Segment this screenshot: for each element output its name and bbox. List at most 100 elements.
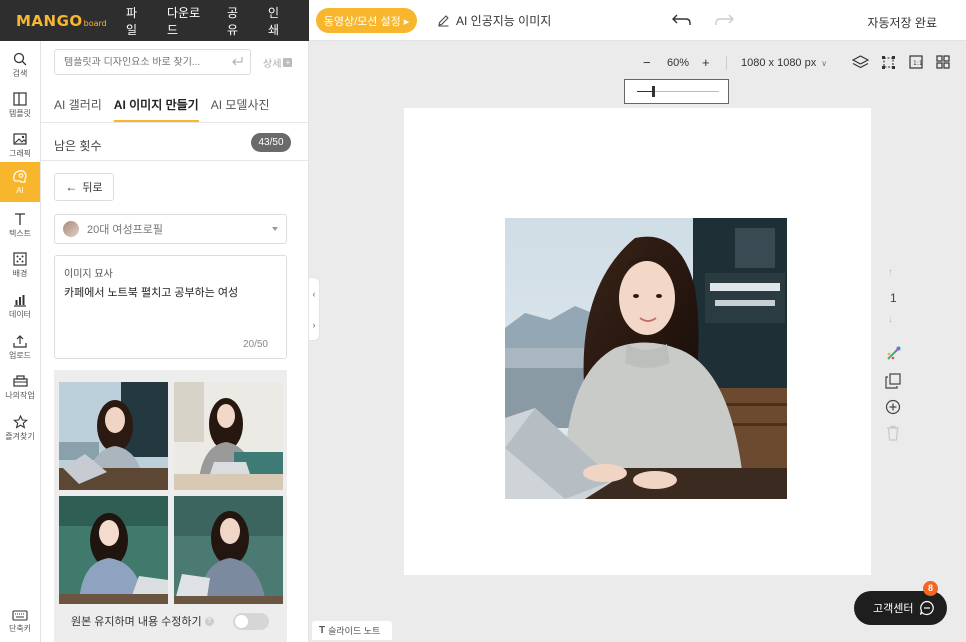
canvas-page[interactable] xyxy=(404,108,871,575)
rail-label-data: 데이터 xyxy=(8,309,32,319)
panel-collapse-handle[interactable]: ‹ › xyxy=(309,277,320,341)
enter-icon[interactable] xyxy=(231,56,244,67)
add-page-icon[interactable] xyxy=(885,399,901,415)
zoom-out-button[interactable]: − xyxy=(643,55,651,70)
generated-image-3[interactable] xyxy=(59,496,168,604)
page-up-arrow-icon[interactable]: ↑ xyxy=(888,267,893,278)
star-icon xyxy=(12,414,28,429)
my-work-icon xyxy=(12,374,28,387)
zoom-slider[interactable] xyxy=(624,79,729,104)
background-icon xyxy=(13,251,27,266)
rail-item-favorites[interactable]: 즐겨찾기 xyxy=(0,408,40,448)
remaining-count-label: 남은 횟수 xyxy=(54,139,102,153)
detail-search-button[interactable]: 상세 + xyxy=(263,55,293,70)
ai-generated-photo[interactable] xyxy=(505,218,787,499)
generated-image-4-picture xyxy=(174,496,283,604)
duplicate-icon[interactable] xyxy=(885,373,901,389)
toolbar-divider xyxy=(726,56,727,70)
data-icon xyxy=(14,294,26,307)
help-icon[interactable]: ? xyxy=(204,616,214,626)
keyboard-icon xyxy=(12,610,28,621)
search-box xyxy=(54,49,251,75)
customer-center-button[interactable]: 고객센터 xyxy=(854,591,947,625)
pencil-icon xyxy=(438,15,449,27)
rail-item-ai[interactable]: AI xyxy=(0,162,40,202)
graphic-icon xyxy=(12,132,27,145)
chevron-down-icon xyxy=(272,227,278,231)
rail-item-graphic[interactable]: 그래픽 xyxy=(0,125,40,165)
rail-item-background[interactable]: 배경 xyxy=(0,245,40,285)
keep-original-label: 원본 유지하며 내용 수정하기 xyxy=(71,616,202,628)
text-icon xyxy=(15,212,25,225)
select-area-icon[interactable] xyxy=(881,55,896,70)
generated-image-3-picture xyxy=(59,496,168,604)
rail-item-my-work[interactable]: 나의작업 xyxy=(0,367,40,407)
chevron-right-icon[interactable]: › xyxy=(313,320,316,330)
image-description-text[interactable]: 카페에서 노트북 펼치고 공부하는 여성 xyxy=(64,284,238,300)
layers-icon[interactable] xyxy=(852,55,869,70)
image-description-field[interactable]: 이미지 묘사 카페에서 노트북 펼치고 공부하는 여성 20/50 xyxy=(54,255,287,359)
ratio-icon[interactable]: 1:1 xyxy=(909,55,923,69)
search-input[interactable] xyxy=(64,56,224,68)
tab-ai-model-photo[interactable]: AI 모델사진 xyxy=(211,96,270,122)
rail-label-text: 텍스트 xyxy=(8,228,32,238)
rail-item-text[interactable]: 텍스트 xyxy=(0,205,40,245)
ai-icon xyxy=(13,170,27,183)
rail-label-template: 템플릿 xyxy=(8,108,32,118)
back-button[interactable]: ← 뒤로 xyxy=(54,173,114,201)
redo-icon[interactable] xyxy=(713,12,735,28)
zoom-level[interactable]: 60% xyxy=(667,57,689,69)
slide-note-tab[interactable]: T 슬라이드 노트 xyxy=(312,621,392,640)
rail-item-data[interactable]: 데이터 xyxy=(0,286,40,326)
left-icon-rail: 검색 템플릿 그래픽 AI 텍스트 배경 데이터 업로드 나의작업 즐겨찾기 단… xyxy=(0,41,41,642)
rail-item-shortcut[interactable]: 단축키 xyxy=(0,602,40,642)
image-description-char-count: 20/50 xyxy=(242,339,268,350)
top-bar: MANGO board 파일 다운로드 공유 인쇄 동영상/모션 설정 ▸ AI… xyxy=(0,0,966,41)
chevron-left-icon[interactable]: ‹ xyxy=(313,289,316,299)
rail-label-search: 검색 xyxy=(12,68,28,78)
generated-image-2[interactable] xyxy=(174,382,283,490)
remain-divider xyxy=(41,160,308,161)
text-icon: T xyxy=(319,625,326,636)
rail-item-template[interactable]: 템플릿 xyxy=(0,85,40,125)
zoom-slider-knob[interactable] xyxy=(652,86,656,97)
zoom-in-button[interactable]: + xyxy=(702,55,710,70)
undo-icon[interactable] xyxy=(671,12,693,28)
ai-generated-photo-picture xyxy=(505,218,787,499)
generated-image-2-picture xyxy=(174,382,283,490)
generated-image-1-picture xyxy=(59,382,168,490)
menu-print[interactable]: 인쇄 xyxy=(268,4,287,38)
rail-item-upload[interactable]: 업로드 xyxy=(0,327,40,367)
autosave-status: 자동저장 완료 xyxy=(867,16,937,30)
canvas-size-value: 1080 x 1080 px xyxy=(741,57,817,69)
rail-label-background: 배경 xyxy=(12,268,28,278)
logo-main-text: MANGO xyxy=(16,11,83,30)
tab-ai-image-create[interactable]: AI 이미지 만들기 xyxy=(113,96,199,122)
rail-label-ai: AI xyxy=(16,186,24,195)
generated-image-4[interactable] xyxy=(174,496,283,604)
ai-image-title[interactable]: AI 인공지능 이미지 xyxy=(437,12,551,29)
motion-settings-button[interactable]: 동영상/모션 설정 ▸ xyxy=(316,8,417,33)
search-icon xyxy=(13,52,27,65)
logo[interactable]: MANGO board xyxy=(16,11,107,30)
grid-view-icon[interactable] xyxy=(936,55,950,69)
plus-icon: + xyxy=(283,58,293,67)
main-menu: 파일 다운로드 공유 인쇄 xyxy=(126,4,309,38)
tab-ai-gallery[interactable]: AI 갤러리 xyxy=(54,96,102,122)
menu-file[interactable]: 파일 xyxy=(126,4,145,38)
keep-original-toggle[interactable] xyxy=(233,613,269,630)
ai-image-panel: 상세+ AI 갤러리 AI 이미지 만들기 AI 모델사진 남은 횟수 43/5… xyxy=(41,41,309,642)
template-icon xyxy=(13,91,27,106)
chevron-down-icon: ∨ xyxy=(821,58,828,68)
rail-item-search[interactable]: 검색 xyxy=(0,45,40,85)
style-preset-select[interactable]: 20대 여성프로필 xyxy=(54,214,287,244)
generated-image-1[interactable] xyxy=(59,382,168,490)
page-down-arrow-icon[interactable]: ↓ xyxy=(888,314,893,325)
color-picker-icon[interactable] xyxy=(885,345,902,362)
menu-download[interactable]: 다운로드 xyxy=(167,4,205,38)
delete-icon[interactable] xyxy=(885,425,901,441)
preset-avatar xyxy=(63,221,79,237)
canvas-size-select[interactable]: 1080 x 1080 px ∨ xyxy=(741,57,827,69)
svg-text:1:1: 1:1 xyxy=(913,60,923,67)
menu-share[interactable]: 공유 xyxy=(227,4,246,38)
